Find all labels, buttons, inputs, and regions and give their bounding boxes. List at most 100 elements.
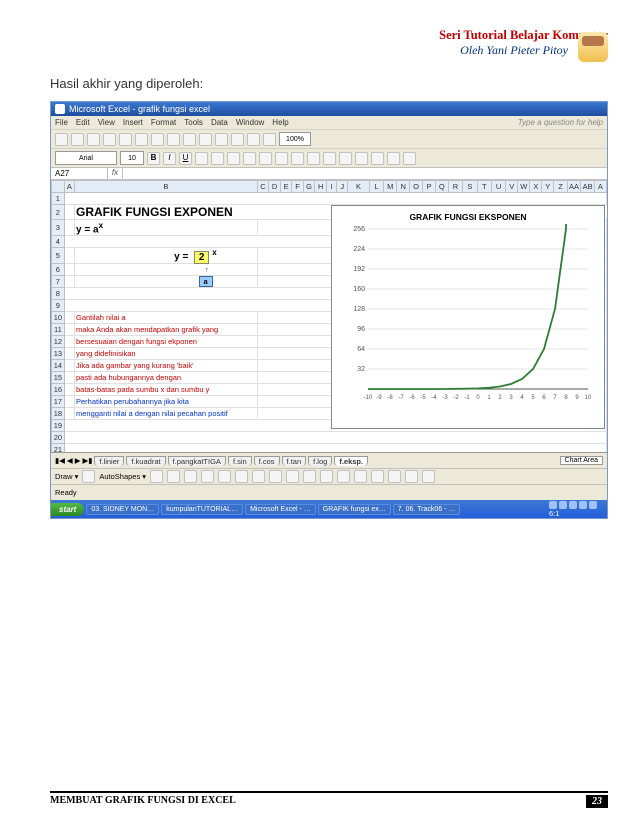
- menu-data[interactable]: Data: [211, 118, 228, 127]
- align-right-button[interactable]: [227, 152, 240, 165]
- embedded-chart[interactable]: GRAFIK FUNGSI EKSPONEN: [331, 205, 605, 429]
- row-header[interactable]: 5: [52, 248, 65, 263]
- font-name-select[interactable]: Arial: [55, 151, 117, 165]
- clipart-button[interactable]: [269, 470, 282, 483]
- menu-tools[interactable]: Tools: [184, 118, 203, 127]
- row-header[interactable]: 13: [52, 347, 65, 359]
- preview-button[interactable]: [119, 133, 132, 146]
- 3d-button[interactable]: [422, 470, 435, 483]
- wordart-button[interactable]: [235, 470, 248, 483]
- sort-desc-button[interactable]: [247, 133, 260, 146]
- col-header[interactable]: K: [348, 181, 370, 193]
- col-header[interactable]: Y: [542, 181, 554, 193]
- col-header[interactable]: F: [292, 181, 303, 193]
- font-size-select[interactable]: 10: [120, 151, 144, 165]
- spell-button[interactable]: [135, 133, 148, 146]
- picture-button[interactable]: [286, 470, 299, 483]
- row-header[interactable]: 10: [52, 311, 65, 323]
- bold-button[interactable]: B: [147, 152, 160, 165]
- taskbar-item[interactable]: kumpulanTUTORIAL…: [161, 504, 243, 515]
- save-button[interactable]: [87, 133, 100, 146]
- col-header[interactable]: AB: [581, 181, 595, 193]
- menu-edit[interactable]: Edit: [76, 118, 90, 127]
- taskbar-item[interactable]: Microsoft Excel - …: [245, 504, 316, 515]
- col-header[interactable]: A: [64, 181, 74, 193]
- line-color-button[interactable]: [320, 470, 333, 483]
- row-header[interactable]: 8: [52, 287, 65, 299]
- col-header[interactable]: Q: [435, 181, 448, 193]
- align-left-button[interactable]: [195, 152, 208, 165]
- shadow-button[interactable]: [405, 470, 418, 483]
- tab-nav-next-icon[interactable]: ▶: [75, 456, 81, 465]
- menubar[interactable]: File Edit View Insert Format Tools Data …: [51, 116, 607, 129]
- fill-color-button[interactable]: [387, 152, 400, 165]
- font-color-button[interactable]: [337, 470, 350, 483]
- sheet-tab[interactable]: f.cos: [254, 456, 280, 466]
- autoshapes-menu[interactable]: AutoShapes ▾: [99, 472, 146, 481]
- align-center-button[interactable]: [211, 152, 224, 165]
- row-header[interactable]: 16: [52, 383, 65, 395]
- sheet-tab[interactable]: f.kuadrat: [126, 456, 165, 466]
- col-header[interactable]: A: [594, 181, 606, 193]
- row-header[interactable]: 14: [52, 359, 65, 371]
- sheet-tab-active[interactable]: f.eksp.: [334, 456, 368, 466]
- oval-button[interactable]: [201, 470, 214, 483]
- arrow-style-button[interactable]: [388, 470, 401, 483]
- menu-view[interactable]: View: [98, 118, 115, 127]
- sheet-tab[interactable]: f.pangkatTIGA: [168, 456, 226, 466]
- col-header[interactable]: B: [74, 181, 257, 193]
- zoom-select[interactable]: 100%: [279, 132, 311, 146]
- line-button[interactable]: [150, 470, 163, 483]
- col-header[interactable]: Z: [554, 181, 568, 193]
- col-header[interactable]: T: [477, 181, 491, 193]
- row-header[interactable]: 3: [52, 220, 65, 236]
- select-all-corner[interactable]: [52, 181, 65, 193]
- redo-button[interactable]: [215, 133, 228, 146]
- undo-button[interactable]: [199, 133, 212, 146]
- sheet-tab[interactable]: f.tan: [282, 456, 307, 466]
- col-header[interactable]: W: [518, 181, 530, 193]
- worksheet-grid[interactable]: A B C D E F G H I J K L M N O P Q: [51, 180, 607, 452]
- italic-button[interactable]: I: [163, 152, 176, 165]
- chart-button[interactable]: [263, 133, 276, 146]
- inc-decimal-button[interactable]: [307, 152, 320, 165]
- row-header[interactable]: 9: [52, 299, 65, 311]
- taskbar-item[interactable]: 03. SIDNEY MON…: [86, 504, 159, 515]
- open-button[interactable]: [71, 133, 84, 146]
- row-header[interactable]: 7: [52, 275, 65, 287]
- menu-insert[interactable]: Insert: [123, 118, 143, 127]
- taskbar-item[interactable]: 7. 06. Track06 - …: [393, 504, 461, 515]
- draw-menu[interactable]: Draw ▾: [55, 472, 78, 481]
- font-color-button[interactable]: [403, 152, 416, 165]
- row-header[interactable]: 15: [52, 371, 65, 383]
- line-style-button[interactable]: [354, 470, 367, 483]
- name-box[interactable]: A27: [51, 168, 108, 179]
- col-header[interactable]: X: [530, 181, 542, 193]
- copy-button[interactable]: [167, 133, 180, 146]
- row-header[interactable]: 19: [52, 419, 65, 431]
- print-button[interactable]: [103, 133, 116, 146]
- sort-asc-button[interactable]: [231, 133, 244, 146]
- col-header[interactable]: U: [491, 181, 505, 193]
- sheet-tab[interactable]: f.linier: [94, 456, 124, 466]
- sheet-tab[interactable]: f.log: [308, 456, 332, 466]
- col-header[interactable]: I: [327, 181, 337, 193]
- row-header[interactable]: 2: [52, 205, 65, 220]
- diagram-button[interactable]: [252, 470, 265, 483]
- row-header[interactable]: 12: [52, 335, 65, 347]
- sheet-tab[interactable]: f.sin: [228, 456, 252, 466]
- taskbar-item[interactable]: GRAFIK fungsi ex…: [318, 504, 391, 515]
- systray-icons[interactable]: [549, 501, 601, 509]
- col-header[interactable]: N: [397, 181, 410, 193]
- indent-dec-button[interactable]: [339, 152, 352, 165]
- underline-button[interactable]: U: [179, 152, 192, 165]
- col-header[interactable]: D: [269, 181, 281, 193]
- tab-nav-prev-icon[interactable]: ◀: [67, 456, 73, 465]
- col-header[interactable]: L: [369, 181, 384, 193]
- row-header[interactable]: 6: [52, 263, 65, 275]
- start-button[interactable]: start: [51, 503, 84, 516]
- row-header[interactable]: 21: [52, 443, 65, 452]
- menu-format[interactable]: Format: [151, 118, 176, 127]
- indent-inc-button[interactable]: [355, 152, 368, 165]
- new-button[interactable]: [55, 133, 68, 146]
